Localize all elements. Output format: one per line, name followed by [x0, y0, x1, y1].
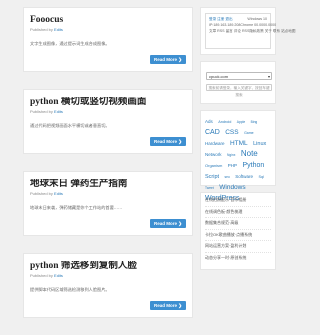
tag-link[interactable]: Note — [241, 149, 258, 158]
post-card: Fooocus Published by Edits 文字生成图像，通过提示词生成合… — [23, 7, 193, 72]
post-excerpt: 通过代码把视频画面水平横切或者垂直切。 — [30, 123, 110, 128]
post-meta: Published by Edits — [30, 191, 186, 196]
tag-link[interactable]: Linux — [253, 141, 266, 147]
post-author-link[interactable]: Edits — [54, 191, 63, 196]
read-more-button[interactable]: Read More ❯ — [149, 137, 186, 146]
post-card: python 筛选移到复制人脸 Published by Edits 提供脚本代码区… — [23, 253, 193, 318]
chevron-down-icon: ▾ — [267, 74, 270, 79]
info-row: 文章 RSS 留言 评论 RSS 隐私政策 关于 联系 站点地图 — [209, 28, 295, 34]
tag-link[interactable]: Ads — [205, 119, 213, 124]
tag-link[interactable]: Windows — [219, 184, 245, 191]
tag-link[interactable]: Bing — [251, 120, 258, 124]
read-more-button[interactable]: Read More ❯ — [149, 55, 186, 64]
published-by-label: Published by — [30, 109, 53, 114]
search-input[interactable]: 搜索前请登录，输入关键字，按回车键搜索 — [206, 84, 272, 97]
published-by-label: Published by — [30, 191, 53, 196]
published-by-label: Published by — [30, 273, 53, 278]
tag-link[interactable]: Software — [235, 174, 253, 179]
site-select[interactable]: cpuck.com ▾ — [206, 72, 272, 80]
tag-link[interactable]: Tweet — [205, 186, 214, 190]
sidebar-link[interactable]: 在线调色板·颜色梳理 — [205, 207, 271, 218]
tag-link[interactable]: Android — [218, 120, 231, 124]
post-author-link[interactable]: Edits — [54, 109, 63, 114]
tag-link[interactable]: Script — [205, 174, 219, 180]
tag-link[interactable]: CSS — [225, 129, 238, 136]
post-meta: Published by Edits — [30, 109, 186, 114]
tag-link[interactable]: Apple — [237, 120, 245, 124]
post-excerpt: 文字生成图像，通过提示词生成合成图像。 — [30, 41, 110, 46]
published-by-label: Published by — [30, 27, 53, 32]
post-card: python 横切或竖切视频画面 Published by Edits 通过代码把视… — [23, 89, 193, 154]
tag-link[interactable]: PHP — [228, 163, 237, 168]
post-meta: Published by Edits — [30, 273, 186, 278]
info-cell[interactable]: 文章 RSS 留言 评论 RSS — [209, 28, 249, 34]
tag-link[interactable]: Nginx — [227, 153, 235, 157]
info-widget: 登录 注册 退出 Windows 10 IP:189.163.189.208 Chro… — [200, 7, 295, 55]
sidebar-link[interactable]: 数据集合规范·高级 — [205, 218, 271, 230]
post-card: 地球末日 弹药生产指南 Published by Edits 地球末日来袭，弹药储藏… — [23, 171, 193, 236]
site-select-value: cpuck.com — [209, 74, 229, 79]
sidebar-link[interactable]: 卡拉OK歌曲播放·点播系统 — [205, 230, 271, 241]
read-more-button[interactable]: Read More ❯ — [149, 301, 186, 310]
tag-cloud: Ads Android Apple Bing CAD CSS Game Hard… — [200, 110, 276, 202]
post-title[interactable]: python 筛选移到复制人脸 — [30, 261, 186, 272]
post-title[interactable]: 地球末日 弹药生产指南 — [30, 179, 186, 190]
post-title[interactable]: python 横切或竖切视频画面 — [30, 97, 186, 108]
tag-link[interactable]: Hardware — [205, 141, 225, 146]
search-widget: cpuck.com ▾ 搜索前请登录，输入关键字，按回车键搜索 — [200, 61, 276, 104]
post-author-link[interactable]: Edits — [54, 27, 63, 32]
tag-link[interactable]: Organism — [205, 163, 222, 168]
link-list: 在线拍照配乐·音乐相册 在线调色板·颜色梳理 数据集合规范·高级 卡拉OK歌曲播放·点… — [200, 192, 276, 270]
tag-link[interactable]: HTML — [230, 140, 248, 147]
info-table: 登录 注册 退出 Windows 10 IP:189.163.189.208 Chro… — [205, 13, 295, 49]
sidebar-link[interactable]: 在线拍照配乐·音乐相册 — [205, 195, 271, 207]
post-meta: Published by Edits — [30, 27, 186, 32]
tag-link[interactable]: seo — [225, 175, 230, 179]
sidebar-link[interactable]: 网站运营方案·盈利计划 — [205, 241, 271, 253]
post-excerpt: 提供脚本代码区域筛选检测移到人脸图片。 — [30, 287, 110, 292]
tag-link[interactable]: Sql — [259, 175, 265, 179]
post-author-link[interactable]: Edits — [54, 273, 63, 278]
read-more-button[interactable]: Read More ❯ — [149, 219, 186, 228]
post-list: Fooocus Published by Edits 文字生成图像，通过提示词生成合… — [23, 7, 193, 335]
tag-link[interactable]: Network — [205, 152, 222, 157]
tag-link[interactable]: CAD — [205, 129, 220, 136]
post-excerpt: 地球末日来袭，弹药储藏是你个工作站的首要…… — [30, 205, 123, 210]
tag-link[interactable]: Python — [243, 162, 265, 169]
info-cell[interactable]: 隐私政策 关于 联系 站点地图 — [249, 28, 295, 34]
sidebar-link[interactable]: 动态分享一时·原创系统 — [205, 253, 271, 264]
sidebar: 登录 注册 退出 Windows 10 IP:189.163.189.208 Chro… — [200, 7, 295, 276]
post-title[interactable]: Fooocus — [30, 15, 186, 26]
tag-link[interactable]: Game — [244, 131, 254, 135]
